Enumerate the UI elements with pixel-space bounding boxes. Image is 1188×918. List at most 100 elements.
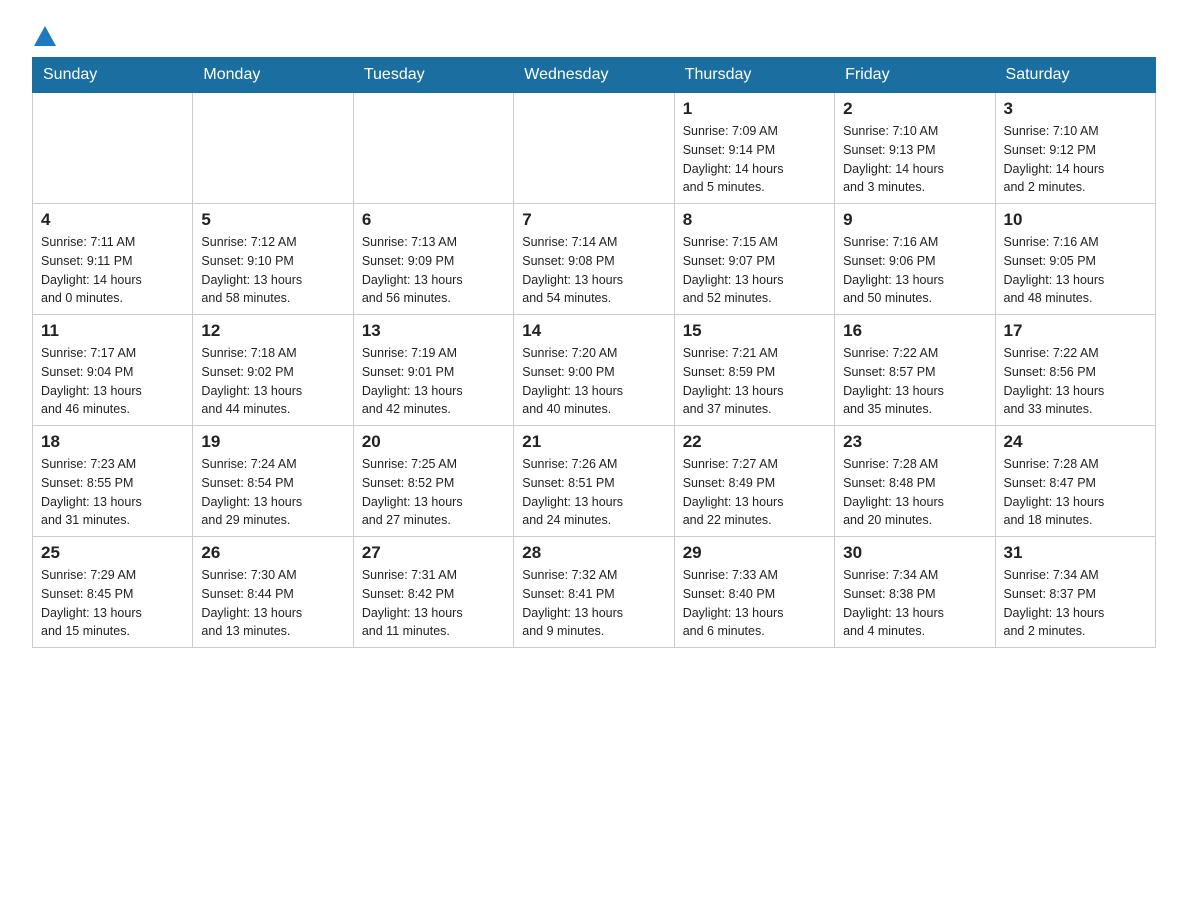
calendar-cell: 13 Sunrise: 7:19 AMSunset: 9:01 PMDayligh…: [353, 315, 513, 426]
calendar-cell: 3 Sunrise: 7:10 AMSunset: 9:12 PMDaylight…: [995, 93, 1155, 204]
day-of-week-friday: Friday: [835, 58, 995, 93]
calendar-week-row: 4 Sunrise: 7:11 AMSunset: 9:11 PMDaylight…: [33, 204, 1156, 315]
calendar-cell: 18 Sunrise: 7:23 AMSunset: 8:55 PMDayligh…: [33, 426, 193, 537]
day-number: 19: [201, 432, 344, 452]
day-number: 21: [522, 432, 665, 452]
day-number: 22: [683, 432, 826, 452]
day-info: Sunrise: 7:21 AMSunset: 8:59 PMDaylight:…: [683, 344, 826, 419]
calendar-header-row: SundayMondayTuesdayWednesdayThursdayFrid…: [33, 58, 1156, 93]
day-number: 3: [1004, 99, 1147, 119]
day-number: 30: [843, 543, 986, 563]
calendar-cell: 11Sunrise: 7:17 AMSunset: 9:04 PMDayligh…: [33, 315, 193, 426]
day-number: 25: [41, 543, 184, 563]
logo-triangle-icon: [34, 26, 56, 46]
day-number: 24: [1004, 432, 1147, 452]
day-info: Sunrise: 7:34 AMSunset: 8:38 PMDaylight:…: [843, 566, 986, 641]
calendar-cell: 6 Sunrise: 7:13 AMSunset: 9:09 PMDaylight…: [353, 204, 513, 315]
calendar-cell: 26Sunrise: 7:30 AMSunset: 8:44 PMDayligh…: [193, 537, 353, 648]
day-number: 5: [201, 210, 344, 230]
day-number: 27: [362, 543, 505, 563]
calendar-cell: 12 Sunrise: 7:18 AMSunset: 9:02 PMDayligh…: [193, 315, 353, 426]
day-info: Sunrise: 7:32 AMSunset: 8:41 PMDaylight:…: [522, 566, 665, 641]
calendar-cell: 25 Sunrise: 7:29 AMSunset: 8:45 PMDayligh…: [33, 537, 193, 648]
day-number: 8: [683, 210, 826, 230]
calendar-cell: 31 Sunrise: 7:34 AMSunset: 8:37 PMDayligh…: [995, 537, 1155, 648]
page-header: [32, 24, 1156, 47]
day-number: 1: [683, 99, 826, 119]
day-number: 12: [201, 321, 344, 341]
day-info: Sunrise: 7:16 AMSunset: 9:05 PMDaylight:…: [1004, 233, 1147, 308]
calendar-cell: 27 Sunrise: 7:31 AMSunset: 8:42 PMDayligh…: [353, 537, 513, 648]
calendar-cell: [193, 93, 353, 204]
day-number: 17: [1004, 321, 1147, 341]
day-number: 7: [522, 210, 665, 230]
day-info: Sunrise: 7:31 AMSunset: 8:42 PMDaylight:…: [362, 566, 505, 641]
day-of-week-sunday: Sunday: [33, 58, 193, 93]
day-number: 10: [1004, 210, 1147, 230]
calendar-cell: 15 Sunrise: 7:21 AMSunset: 8:59 PMDayligh…: [674, 315, 834, 426]
calendar-cell: 28 Sunrise: 7:32 AMSunset: 8:41 PMDayligh…: [514, 537, 674, 648]
day-info: Sunrise: 7:13 AMSunset: 9:09 PMDaylight:…: [362, 233, 505, 308]
day-number: 11: [41, 321, 184, 341]
day-number: 15: [683, 321, 826, 341]
calendar-cell: [33, 93, 193, 204]
day-info: Sunrise: 7:30 AMSunset: 8:44 PMDaylight:…: [201, 566, 344, 641]
calendar-table: SundayMondayTuesdayWednesdayThursdayFrid…: [32, 57, 1156, 648]
calendar-cell: 30 Sunrise: 7:34 AMSunset: 8:38 PMDayligh…: [835, 537, 995, 648]
day-number: 9: [843, 210, 986, 230]
day-of-week-monday: Monday: [193, 58, 353, 93]
day-info: Sunrise: 7:10 AMSunset: 9:12 PMDaylight:…: [1004, 122, 1147, 197]
day-info: Sunrise: 7:27 AMSunset: 8:49 PMDaylight:…: [683, 455, 826, 530]
day-info: Sunrise: 7:10 AMSunset: 9:13 PMDaylight:…: [843, 122, 986, 197]
day-number: 4: [41, 210, 184, 230]
day-number: 16: [843, 321, 986, 341]
day-of-week-tuesday: Tuesday: [353, 58, 513, 93]
calendar-cell: 4 Sunrise: 7:11 AMSunset: 9:11 PMDaylight…: [33, 204, 193, 315]
day-number: 23: [843, 432, 986, 452]
calendar-cell: 17Sunrise: 7:22 AMSunset: 8:56 PMDayligh…: [995, 315, 1155, 426]
day-number: 20: [362, 432, 505, 452]
calendar-cell: 22 Sunrise: 7:27 AMSunset: 8:49 PMDayligh…: [674, 426, 834, 537]
day-number: 18: [41, 432, 184, 452]
day-number: 6: [362, 210, 505, 230]
calendar-week-row: 1 Sunrise: 7:09 AMSunset: 9:14 PMDaylight…: [33, 93, 1156, 204]
calendar-cell: 24Sunrise: 7:28 AMSunset: 8:47 PMDayligh…: [995, 426, 1155, 537]
day-info: Sunrise: 7:33 AMSunset: 8:40 PMDaylight:…: [683, 566, 826, 641]
day-info: Sunrise: 7:28 AMSunset: 8:48 PMDaylight:…: [843, 455, 986, 530]
calendar-cell: 16 Sunrise: 7:22 AMSunset: 8:57 PMDayligh…: [835, 315, 995, 426]
calendar-cell: 29Sunrise: 7:33 AMSunset: 8:40 PMDayligh…: [674, 537, 834, 648]
day-info: Sunrise: 7:20 AMSunset: 9:00 PMDaylight:…: [522, 344, 665, 419]
calendar-cell: 1 Sunrise: 7:09 AMSunset: 9:14 PMDaylight…: [674, 93, 834, 204]
day-number: 31: [1004, 543, 1147, 563]
day-info: Sunrise: 7:29 AMSunset: 8:45 PMDaylight:…: [41, 566, 184, 641]
calendar-cell: [353, 93, 513, 204]
day-info: Sunrise: 7:19 AMSunset: 9:01 PMDaylight:…: [362, 344, 505, 419]
day-number: 13: [362, 321, 505, 341]
calendar-cell: 10 Sunrise: 7:16 AMSunset: 9:05 PMDayligh…: [995, 204, 1155, 315]
calendar-cell: 21Sunrise: 7:26 AMSunset: 8:51 PMDayligh…: [514, 426, 674, 537]
calendar-cell: 20 Sunrise: 7:25 AMSunset: 8:52 PMDayligh…: [353, 426, 513, 537]
day-info: Sunrise: 7:18 AMSunset: 9:02 PMDaylight:…: [201, 344, 344, 419]
day-info: Sunrise: 7:15 AMSunset: 9:07 PMDaylight:…: [683, 233, 826, 308]
day-info: Sunrise: 7:12 AMSunset: 9:10 PMDaylight:…: [201, 233, 344, 308]
calendar-cell: 14Sunrise: 7:20 AMSunset: 9:00 PMDayligh…: [514, 315, 674, 426]
calendar-week-row: 18 Sunrise: 7:23 AMSunset: 8:55 PMDayligh…: [33, 426, 1156, 537]
day-info: Sunrise: 7:25 AMSunset: 8:52 PMDaylight:…: [362, 455, 505, 530]
day-info: Sunrise: 7:34 AMSunset: 8:37 PMDaylight:…: [1004, 566, 1147, 641]
calendar-cell: 19 Sunrise: 7:24 AMSunset: 8:54 PMDayligh…: [193, 426, 353, 537]
day-info: Sunrise: 7:09 AMSunset: 9:14 PMDaylight:…: [683, 122, 826, 197]
logo: [32, 24, 56, 47]
day-info: Sunrise: 7:11 AMSunset: 9:11 PMDaylight:…: [41, 233, 184, 308]
calendar-cell: 5 Sunrise: 7:12 AMSunset: 9:10 PMDaylight…: [193, 204, 353, 315]
day-of-week-saturday: Saturday: [995, 58, 1155, 93]
day-info: Sunrise: 7:23 AMSunset: 8:55 PMDaylight:…: [41, 455, 184, 530]
day-number: 28: [522, 543, 665, 563]
calendar-week-row: 11Sunrise: 7:17 AMSunset: 9:04 PMDayligh…: [33, 315, 1156, 426]
calendar-cell: 8 Sunrise: 7:15 AMSunset: 9:07 PMDaylight…: [674, 204, 834, 315]
calendar-week-row: 25 Sunrise: 7:29 AMSunset: 8:45 PMDayligh…: [33, 537, 1156, 648]
day-info: Sunrise: 7:24 AMSunset: 8:54 PMDaylight:…: [201, 455, 344, 530]
day-info: Sunrise: 7:22 AMSunset: 8:57 PMDaylight:…: [843, 344, 986, 419]
calendar-cell: 2Sunrise: 7:10 AMSunset: 9:13 PMDaylight…: [835, 93, 995, 204]
day-of-week-thursday: Thursday: [674, 58, 834, 93]
calendar-cell: 9Sunrise: 7:16 AMSunset: 9:06 PMDaylight…: [835, 204, 995, 315]
